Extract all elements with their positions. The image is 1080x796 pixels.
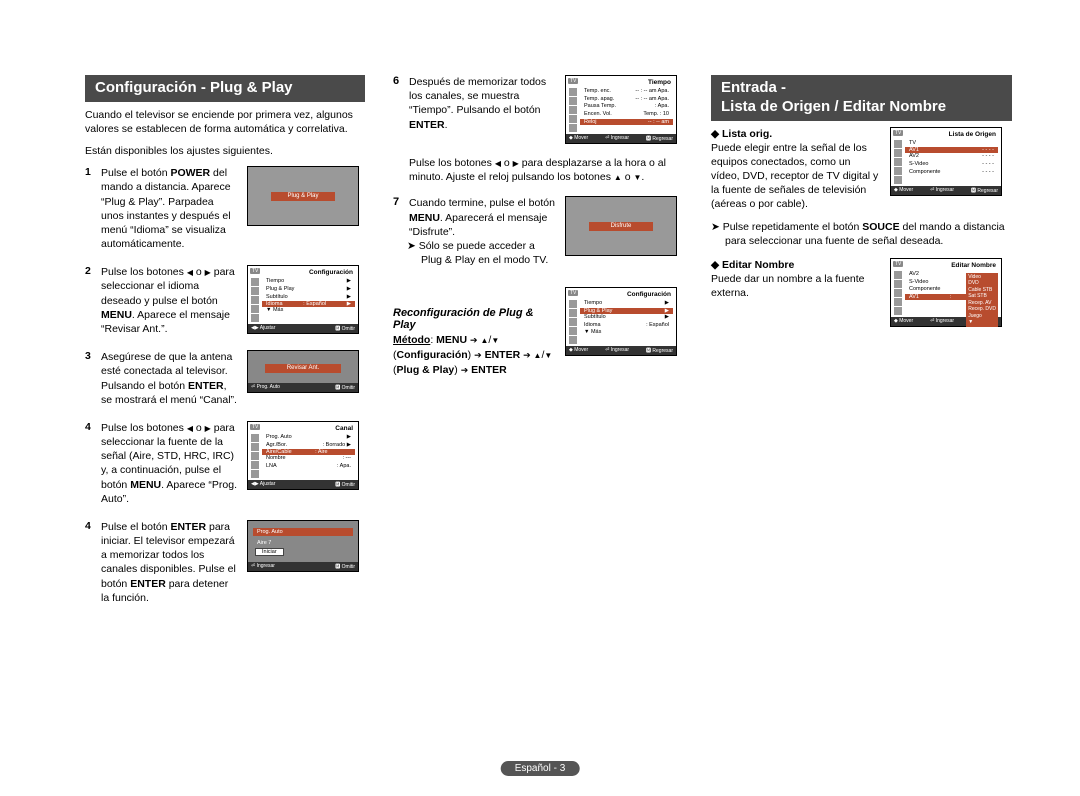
left-column: Configuración - Plug & Play Cuando el te… xyxy=(85,75,365,619)
section-title-plugplay: Configuración - Plug & Play xyxy=(85,75,365,102)
step-number: 2 xyxy=(85,265,101,277)
step-number: 6 xyxy=(393,75,409,87)
step-text: Pulse el botón ENTER para iniciar. El te… xyxy=(101,520,243,605)
step-item: 1 Pulse el botón POWER del mando a dista… xyxy=(85,166,365,251)
lista-orig-heading: Lista orig. xyxy=(711,127,882,141)
step-6-continued: Pulse los botones o para desplazarse a l… xyxy=(409,156,683,184)
step-number: 1 xyxy=(85,166,101,178)
osd-screenshot: Plug & Play xyxy=(247,166,365,226)
middle-column: 6 Después de memorizar todos los canales… xyxy=(393,75,683,619)
osd-screenshot-editar-nombre: TV Editar Nombre AV2S-VideoComponenteAV1… xyxy=(890,258,1012,327)
manual-page: Configuración - Plug & Play Cuando el te… xyxy=(0,0,1080,796)
lista-orig-note: Pulse repetidamente el botón SOUCE del m… xyxy=(725,220,1012,248)
reconfig-heading: Reconfiguración de Plug & Play xyxy=(393,307,557,331)
osd-screenshot: TV Canal Prog. Auto▶Agr./Bor.: Borrado ▶… xyxy=(247,421,365,490)
lista-orig-text: Puede elegir entre la señal de los equip… xyxy=(711,141,882,212)
step-number: 4 xyxy=(85,520,101,532)
step-text: Asegúrese de que la antena esté conectad… xyxy=(101,350,243,407)
editar-nombre-text: Puede dar un nombre a la fuente externa. xyxy=(711,272,882,300)
step-text: Pulse el botón POWER del mando a distanc… xyxy=(101,166,243,251)
step-6-text: Después de memorizar todos los canales, … xyxy=(409,75,557,132)
plugplay-steps: 1 Pulse el botón POWER del mando a dista… xyxy=(85,166,365,605)
plugplay-intro-1: Cuando el televisor se enciende por prim… xyxy=(85,108,365,136)
osd-screenshot: Prog. Auto Aire 7 Iniciar ⏎ Ingresar🅼 Om… xyxy=(247,520,365,572)
step-7-note: Sólo se puede acceder a Plug & Play en e… xyxy=(421,239,557,267)
step-text: Pulse los botones o para seleccionar el … xyxy=(101,265,243,336)
section-title-entrada: Entrada - Lista de Origen / Editar Nombr… xyxy=(711,75,1012,121)
step-number: 3 xyxy=(85,350,101,362)
step-text: Pulse los botones o para seleccionar la … xyxy=(101,421,243,506)
step-item: 4 Pulse los botones o para seleccionar l… xyxy=(85,421,365,506)
step-item: 4 Pulse el botón ENTER para iniciar. El … xyxy=(85,520,365,605)
osd-screenshot-disfrute: Disfrute xyxy=(565,196,683,267)
step-item: 2 Pulse los botones o para seleccionar e… xyxy=(85,265,365,336)
reconfig-method: Método: MENU / (Configuración) ENTER / (… xyxy=(393,333,557,377)
plugplay-intro-2: Están disponibles los ajustes siguientes… xyxy=(85,144,365,158)
step-7-text: Cuando termine, pulse el botón MENU. Apa… xyxy=(409,196,557,239)
editar-nombre-heading: Editar Nombre xyxy=(711,258,882,272)
osd-screenshot-tiempo: TV Tiempo Temp. enc.-- : -- am Apa.Temp.… xyxy=(565,75,683,144)
step-item: 3 Asegúrese de que la antena esté conect… xyxy=(85,350,365,407)
osd-screenshot-lista-origen: TV Lista de Origen TVAV1- - - -AV2- - - … xyxy=(890,127,1012,196)
step-number: 4 xyxy=(85,421,101,433)
right-column: Entrada - Lista de Origen / Editar Nombr… xyxy=(711,75,1012,619)
osd-screenshot: Revisar Ant. ⏎ Prog. Auto🅼 Omitir xyxy=(247,350,365,393)
page-footer: Español - 3 xyxy=(501,761,580,776)
step-number: 7 xyxy=(393,196,409,208)
osd-screenshot-reconfig: TV Configuración Tiempo▶Plug & Play▶Subt… xyxy=(565,287,683,377)
osd-screenshot: TV Configuración Tiempo▶Plug & Play▶Subt… xyxy=(247,265,365,334)
